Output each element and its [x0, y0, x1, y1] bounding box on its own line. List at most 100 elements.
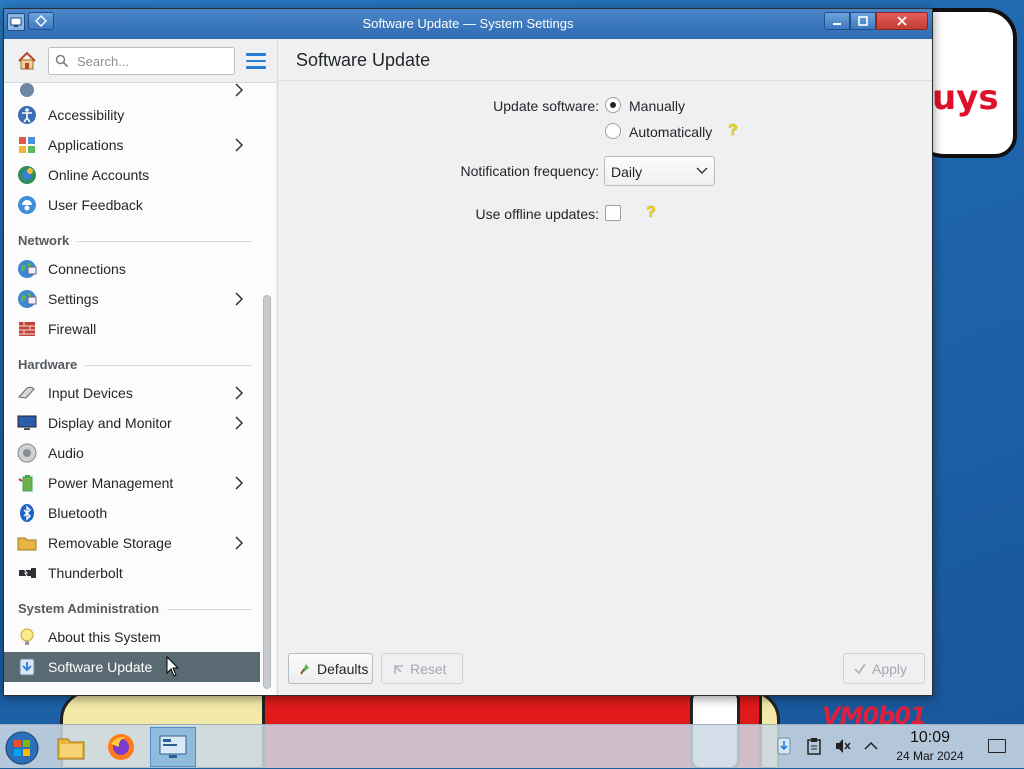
help-icon[interactable]: ? [726, 122, 740, 140]
section-system-administration: System Administration [18, 597, 252, 621]
taskbar-firefox[interactable] [98, 727, 144, 767]
chevron-right-icon [235, 292, 244, 306]
folder-icon [17, 533, 37, 553]
close-button[interactable] [876, 12, 928, 30]
chevron-up-icon[interactable] [862, 737, 880, 755]
defaults-button[interactable]: Defaults [288, 653, 373, 684]
minimize-button[interactable] [824, 12, 850, 30]
globe-icon [17, 289, 37, 309]
sidebar-item-firewall[interactable]: Firewall [4, 314, 260, 344]
sidebar-item-connections[interactable]: Connections [4, 254, 260, 284]
apply-button[interactable]: Apply [843, 653, 925, 684]
sidebar-item-label: Power Management [48, 475, 174, 491]
sidebar-item-about-system[interactable]: About this System [4, 622, 260, 652]
mouse-icon [17, 383, 37, 403]
sidebar-item-label: Applications [48, 137, 124, 153]
home-button[interactable] [13, 48, 41, 74]
firewall-icon [17, 319, 37, 339]
checkmark-icon [852, 661, 868, 677]
firefox-icon [108, 734, 134, 760]
chevron-down-icon [696, 167, 708, 174]
window-titlebar[interactable]: Software Update — System Settings [4, 9, 932, 39]
battery-icon [17, 473, 37, 493]
sidebar-header [4, 39, 276, 83]
reset-button[interactable]: Reset [381, 653, 463, 684]
sidebar-item-label: Accessibility [48, 107, 125, 123]
updates-icon[interactable] [775, 737, 793, 755]
sidebar-item-display-monitor[interactable]: Display and Monitor [4, 408, 260, 438]
section-title: Network [18, 233, 78, 248]
generic-settings-icon [17, 83, 37, 100]
defaults-icon [297, 661, 313, 677]
system-settings-window: Software Update — System Settings Search… [3, 8, 933, 696]
volume-muted-icon[interactable] [834, 737, 852, 755]
sidebar-item-label: Display and Monitor [48, 415, 172, 431]
sidebar-item-removable-storage[interactable]: Removable Storage [4, 528, 260, 558]
radio-automatically[interactable] [605, 123, 621, 139]
show-desktop-icon[interactable] [988, 739, 1006, 753]
sidebar-item-label: Input Devices [48, 385, 133, 401]
offline-updates-checkbox[interactable] [605, 205, 621, 221]
section-title: System Administration [18, 601, 168, 616]
sidebar-item-thunderbolt[interactable]: Thunderbolt [4, 558, 260, 588]
sidebar-item-label: Online Accounts [48, 167, 150, 183]
sidebar-item-audio[interactable]: Audio [4, 438, 260, 468]
help-icon[interactable]: ? [644, 204, 658, 222]
offline-updates-label: Use offline updates: [475, 206, 600, 222]
reset-button-label: Reset [410, 660, 447, 677]
sidebar-item-label: Firewall [48, 321, 97, 337]
sidebar-item-label: Connections [48, 261, 126, 277]
online-accounts-icon [17, 165, 37, 185]
radio-automatically-label[interactable]: Automatically [629, 124, 712, 140]
apply-button-label: Apply [872, 660, 908, 677]
radio-manually-label[interactable]: Manually [629, 98, 685, 114]
sidebar: Accessibility Applications Online Accoun… [4, 39, 276, 695]
home-icon [18, 51, 36, 70]
notification-frequency-label: Notification frequency: [460, 163, 599, 179]
chevron-right-icon [235, 476, 244, 490]
sidebar-item-network-settings[interactable]: Settings [4, 284, 260, 314]
start-menu-button[interactable] [4, 730, 40, 766]
taskbar-file-manager[interactable] [48, 727, 94, 767]
sidebar-item-label: User Feedback [48, 197, 143, 213]
sidebar-item-label: Audio [48, 445, 84, 461]
clipboard-icon[interactable] [805, 737, 823, 755]
radio-manually[interactable] [605, 97, 621, 113]
sidebar-scrollbar[interactable] [263, 295, 271, 689]
reset-icon [390, 661, 406, 677]
user-feedback-icon [17, 195, 37, 215]
sidebar-item-input-devices[interactable]: Input Devices [4, 378, 260, 408]
chevron-right-icon [235, 416, 244, 430]
update-software-label: Update software: [493, 98, 599, 114]
sidebar-item-software-update[interactable]: Software Update [4, 652, 260, 682]
taskbar-system-settings[interactable] [150, 727, 196, 767]
thunderbolt-icon [17, 563, 37, 583]
window-title: Software Update — System Settings [362, 16, 574, 31]
system-settings-icon [159, 735, 187, 758]
clock-time[interactable]: 10:09 [892, 729, 968, 747]
main-pane: Software Update Update software: Manuall… [277, 39, 932, 695]
sidebar-item-power-management[interactable]: Power Management [4, 468, 260, 498]
sidebar-item-online-accounts[interactable]: Online Accounts [4, 160, 260, 190]
sidebar-item-accessibility[interactable]: Accessibility [4, 100, 260, 130]
sidebar-item-applications[interactable]: Applications [4, 130, 260, 160]
chevron-right-icon [235, 83, 244, 97]
sidebar-item-bluetooth[interactable]: Bluetooth [4, 498, 260, 528]
mouse-cursor-icon [166, 656, 180, 677]
sidebar-item-label: Thunderbolt [48, 565, 123, 581]
search-input[interactable] [75, 52, 225, 70]
sidebar-item-label: Settings [48, 291, 99, 307]
sidebar-item-user-feedback[interactable]: User Feedback [4, 190, 260, 220]
hamburger-menu-icon[interactable] [244, 49, 268, 73]
notification-frequency-select[interactable]: Daily [604, 156, 715, 186]
search-field[interactable] [48, 47, 235, 75]
maximize-button[interactable] [850, 12, 876, 30]
clock-date[interactable]: 24 Mar 2024 [888, 749, 972, 763]
software-update-icon [17, 657, 37, 677]
globe-icon [17, 259, 37, 279]
bluetooth-icon [17, 503, 37, 523]
applications-icon [17, 135, 37, 155]
taskbar: 10:09 24 Mar 2024 [0, 724, 1024, 768]
file-manager-icon [57, 738, 85, 760]
search-icon [55, 54, 69, 68]
